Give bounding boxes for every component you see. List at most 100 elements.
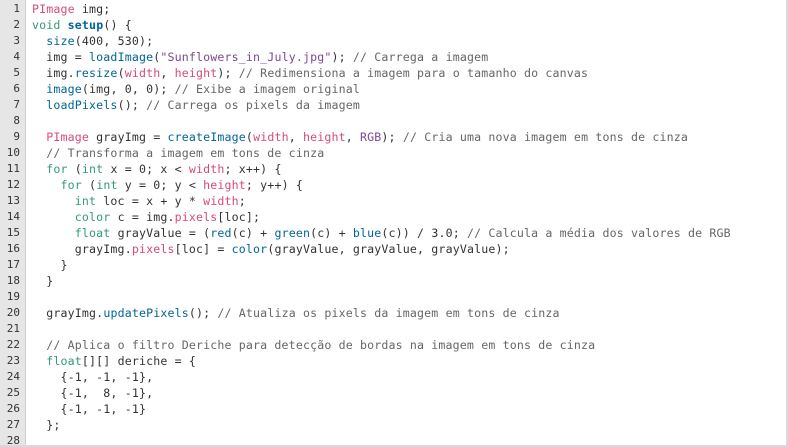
line-number: 21 (6, 322, 20, 335)
code-token: // Cria uma nova imagem em tons de cinza (402, 130, 689, 144)
code-token: loadPixels (46, 98, 118, 112)
code-line[interactable]: float grayValue = (red(c) + green(c) + b… (32, 225, 788, 241)
code-token: height (203, 178, 246, 192)
line-number: 8 (13, 114, 20, 127)
code-line[interactable]: grayImg.pixels[loc] = color(grayValue, g… (32, 241, 788, 257)
line-number: 10 (6, 146, 20, 159)
code-line[interactable] (32, 113, 788, 129)
line-number-gutter: 1 2 3 4 5 6 7 8 9 10 11 12 13 14 15 16 17 18 19 20 21 22 23 24 2… (0, 0, 26, 447)
code-area[interactable]: PImage img; void setup() { size(400, 530)… (26, 0, 788, 447)
code-token: img. (32, 66, 75, 80)
code-token: width (253, 130, 289, 144)
code-token: int (74, 194, 97, 208)
code-token: // Redimensiona a imagem para o tamanho … (238, 66, 589, 80)
line-number: 9 (13, 130, 20, 143)
line-number: 20 (6, 306, 20, 319)
line-number: 2 (13, 18, 20, 31)
code-token: (c) + (231, 226, 275, 240)
code-line[interactable]: img.resize(width, height); // Redimensio… (32, 65, 788, 81)
code-token: ( (117, 66, 125, 80)
code-token: pixels (131, 242, 175, 256)
code-token: int (81, 162, 104, 176)
line-number: 3 (13, 34, 20, 47)
code-token: // Aplica o filtro Deriche para detecção… (46, 338, 596, 352)
code-token: ; x++) { (224, 162, 282, 176)
code-line[interactable]: grayImg.updatePixels(); // Atualiza os p… (32, 305, 788, 321)
code-line[interactable]: size(400, 530); (32, 33, 788, 49)
code-line[interactable]: }; (32, 417, 788, 433)
code-line[interactable]: {-1, -1, -1}, (32, 369, 788, 385)
code-line[interactable]: image(img, 0, 0); // Exibe a imagem orig… (32, 81, 788, 97)
code-line[interactable]: // Transforma a imagem em tons de cinza (32, 145, 788, 161)
code-token: (c) + (310, 226, 353, 240)
code-token: // Exibe a imagem original (174, 82, 361, 96)
code-line[interactable]: } (32, 273, 788, 289)
code-token: color (74, 210, 111, 224)
code-line[interactable]: float[][] deriche = { (32, 353, 788, 369)
code-token: , (288, 130, 303, 144)
code-line[interactable]: } (32, 257, 788, 273)
code-token: ); (381, 130, 403, 144)
code-token: (); (188, 306, 218, 320)
code-line[interactable] (32, 289, 788, 305)
code-line[interactable]: for (int x = 0; x < width; x++) { (32, 161, 788, 177)
code-line[interactable]: color c = img.pixels[loc]; (32, 209, 788, 225)
code-line[interactable]: void setup() { (32, 17, 788, 33)
code-token: (img, 0, 0); (81, 82, 175, 96)
code-token: (400, 530); (74, 34, 154, 48)
line-number: 11 (6, 162, 20, 175)
code-token: [loc]; (217, 210, 261, 224)
code-line[interactable]: img = loadImage("Sunflowers_in_July.jpg"… (32, 49, 788, 65)
code-line[interactable]: for (int y = 0; y < height; y++) { (32, 177, 788, 193)
code-token: image (46, 82, 82, 96)
code-token: {-1, -1, -1}, (32, 370, 154, 384)
code-token: grayImg. (32, 306, 104, 320)
code-token: (); (117, 98, 147, 112)
code-line[interactable] (32, 321, 788, 337)
code-token: }; (32, 418, 61, 432)
code-line[interactable]: int loc = x + y * width; (32, 193, 788, 209)
code-line[interactable]: {-1, -1, -1} (32, 401, 788, 417)
code-token: // Carrega a imagem (352, 50, 489, 64)
code-token: blue (352, 226, 382, 240)
code-token: int (96, 178, 118, 192)
line-number: 12 (6, 178, 20, 191)
line-number: 15 (6, 226, 20, 239)
code-editor[interactable]: 1 2 3 4 5 6 7 8 9 10 11 12 13 14 15 16 17 18 19 20 21 22 23 24 2… (0, 0, 788, 447)
line-number: 24 (6, 370, 20, 383)
code-line[interactable]: PImage img; (32, 1, 788, 17)
code-token: img; (74, 2, 111, 16)
code-token: img = (32, 50, 90, 64)
code-token: {-1, -1, -1} (32, 402, 147, 416)
code-token: loc = x + y * (96, 194, 204, 208)
code-token: // Carrega os pixels da imagem (146, 98, 361, 112)
code-token: grayValue = ( (110, 226, 211, 240)
code-token: [][] deriche = { (81, 354, 197, 368)
code-token: ; y++) { (245, 178, 303, 192)
code-token: grayImg. (32, 242, 132, 256)
code-line[interactable]: PImage grayImg = createImage(width, heig… (32, 129, 788, 145)
line-number: 23 (6, 354, 20, 367)
code-token: } (32, 274, 54, 288)
code-line[interactable]: {-1, 8, -1}, (32, 385, 788, 401)
code-token: , (160, 66, 175, 80)
code-line[interactable]: loadPixels(); // Carrega os pixels da im… (32, 97, 788, 113)
code-token: PImage (46, 130, 90, 144)
code-token: // Transforma a imagem em tons de cinza (46, 146, 325, 160)
code-token: [loc] = (174, 242, 232, 256)
code-token: } (32, 258, 68, 272)
code-token: pixels (174, 210, 218, 224)
code-token: , (345, 130, 361, 144)
code-token: y = 0; y < (117, 178, 204, 192)
line-number: 17 (6, 258, 20, 271)
line-number: 14 (6, 210, 20, 223)
line-number: 19 (6, 290, 20, 303)
code-token: () { (103, 18, 132, 32)
code-line[interactable]: // Aplica o filtro Deriche para detecção… (32, 337, 788, 353)
